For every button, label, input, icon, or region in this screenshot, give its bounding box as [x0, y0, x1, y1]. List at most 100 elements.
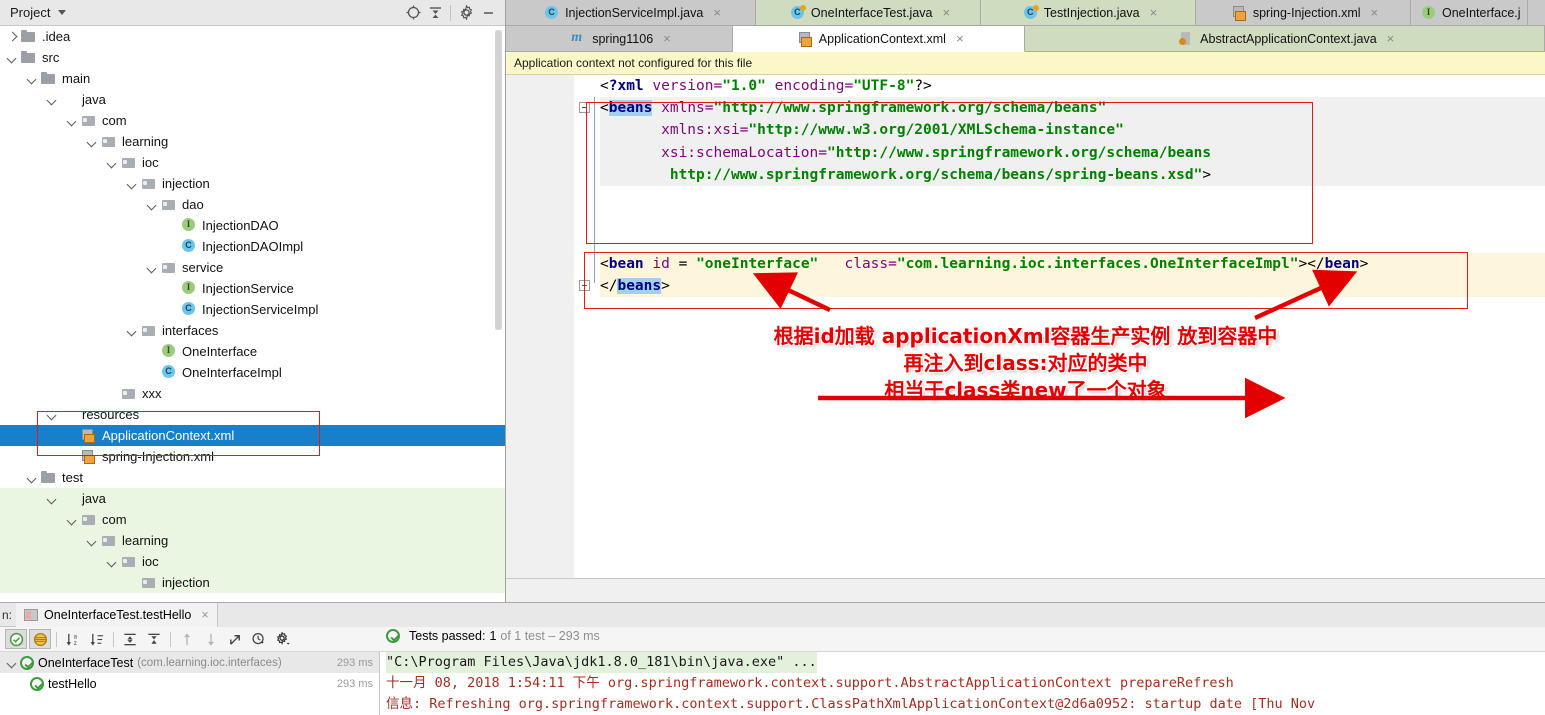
tree-item-java[interactable]: java [0, 89, 505, 110]
chevron-down-icon[interactable] [86, 534, 99, 547]
chevron-down-icon[interactable] [66, 513, 79, 526]
tree-item-interfaces[interactable]: interfaces [0, 320, 505, 341]
chevron-down-icon[interactable] [66, 114, 79, 127]
tree-item-service[interactable]: service [0, 257, 505, 278]
tree-item-injectionservice[interactable]: InjectionService [0, 278, 505, 299]
close-icon[interactable]: × [1387, 31, 1395, 46]
close-icon[interactable]: × [713, 5, 721, 20]
tree-item-injectionserviceimpl[interactable]: InjectionServiceImpl [0, 299, 505, 320]
tree-item-oneinterface[interactable]: OneInterface [0, 341, 505, 362]
chevron-down-icon[interactable] [26, 471, 39, 484]
code-line-2[interactable]: <beans xmlns="http://www.springframework… [600, 97, 1545, 120]
editor-tab-applicationcontext-xml[interactable]: ApplicationContext.xml × [732, 26, 1026, 52]
close-icon[interactable]: × [956, 31, 964, 46]
editor-tab-abstractapplicationcontext-java[interactable]: AbstractApplicationContext.java × [1025, 26, 1545, 52]
code-line-1[interactable]: <?xml version="1.0" encoding="UTF-8"?> [600, 75, 1545, 97]
code-line-4[interactable]: xsi:schemaLocation="http://www.springfra… [600, 141, 1545, 164]
minimize-icon[interactable] [477, 2, 499, 24]
tree-item-ioc[interactable]: ioc [0, 551, 505, 572]
tree-item-test[interactable]: test [0, 467, 505, 488]
tree-item-resources[interactable]: resources [0, 404, 505, 425]
fold-marker-beans-open[interactable] [579, 102, 590, 113]
tree-item-com[interactable]: com [0, 509, 505, 530]
run-configuration-tab[interactable]: OneInterfaceTest.testHello × [16, 602, 218, 627]
tree-item-spring-injection-xml[interactable]: spring-Injection.xml [0, 446, 505, 467]
editor-tab-row-2[interactable]: spring1106×ApplicationContext.xml×Abstra… [506, 26, 1545, 52]
console-output[interactable]: "C:\Program Files\Java\jdk1.8.0_181\bin\… [380, 652, 1545, 715]
show-passed-icon[interactable] [5, 629, 27, 649]
chevron-down-icon[interactable] [46, 492, 59, 505]
tree-item-injectiondaoimpl[interactable]: InjectionDAOImpl [0, 236, 505, 257]
show-ignored-icon[interactable] [29, 629, 51, 649]
tree-item-src[interactable]: src [0, 47, 505, 68]
close-icon[interactable]: × [943, 5, 951, 20]
chevron-down-icon[interactable] [58, 10, 67, 15]
chevron-down-icon[interactable] [46, 93, 59, 106]
tree-item-com[interactable]: com [0, 110, 505, 131]
tree-item-java[interactable]: java [0, 488, 505, 509]
tree-item--idea[interactable]: .idea [0, 26, 505, 47]
chevron-down-icon[interactable] [146, 261, 159, 274]
chevron-down-icon[interactable] [106, 555, 119, 568]
fold-marker-beans-close[interactable] [579, 280, 590, 291]
code-line-6[interactable] [600, 186, 1545, 208]
test-tree-row[interactable]: OneInterfaceTest (com.learning.ioc.interf… [0, 652, 379, 673]
test-runner-toolbar[interactable]: az [0, 627, 1545, 652]
editor-tab-testinjection-java[interactable]: TestInjection.java × [981, 0, 1196, 26]
chevron-down-icon[interactable] [106, 156, 119, 169]
tree-item-ioc[interactable]: ioc [0, 152, 505, 173]
code-line-3[interactable]: xmlns:xsi="http://www.w3.org/2001/XMLSch… [600, 119, 1545, 142]
chevron-down-icon[interactable] [46, 408, 59, 421]
code-line-7[interactable] [600, 208, 1545, 230]
code-line-5[interactable]: http://www.springframework.org/schema/be… [600, 163, 1545, 186]
test-tree-row[interactable]: testHello 293 ms [0, 673, 379, 694]
code-line-9[interactable]: <bean id = "oneInterface" class="com.lea… [600, 252, 1545, 275]
chevron-right-icon[interactable] [6, 30, 19, 43]
chevron-down-icon[interactable] [126, 324, 139, 337]
next-failed-test-icon[interactable] [200, 629, 222, 649]
tree-item-xxx[interactable]: xxx [0, 383, 505, 404]
editor-tab-spring1106[interactable]: spring1106 × [506, 26, 733, 52]
tree-item-learning[interactable]: learning [0, 131, 505, 152]
expand-all-icon[interactable] [119, 629, 141, 649]
test-results-tree[interactable]: OneInterfaceTest (com.learning.ioc.interf… [0, 652, 380, 715]
project-tree[interactable]: .idea src main java com learning ioc injection d… [0, 26, 505, 602]
inspection-banner[interactable]: Application context not configured for t… [506, 52, 1545, 75]
code-folding-gutter[interactable] [574, 75, 598, 628]
editor-tab-oneinterfacetest-java[interactable]: OneInterfaceTest.java × [756, 0, 981, 26]
tree-item-learning[interactable]: learning [0, 530, 505, 551]
close-icon[interactable]: × [1150, 5, 1158, 20]
chevron-down-icon[interactable] [6, 656, 19, 669]
tree-item-injection[interactable]: injection [0, 572, 505, 593]
collapse-all-icon-2[interactable] [143, 629, 165, 649]
project-scrollbar-thumb[interactable] [495, 30, 502, 330]
code-line-10[interactable]: </beans> [600, 274, 1545, 297]
test-settings-gear-icon[interactable] [272, 629, 294, 649]
sort-by-duration-icon[interactable] [86, 629, 108, 649]
code-line-8[interactable] [600, 230, 1545, 252]
tree-item-main[interactable]: main [0, 68, 505, 89]
chevron-down-icon[interactable] [86, 135, 99, 148]
tree-item-applicationcontext-xml[interactable]: ApplicationContext.xml [0, 425, 505, 446]
locate-icon[interactable] [402, 2, 424, 24]
chevron-down-icon[interactable] [6, 51, 19, 64]
tree-item-injection[interactable]: injection [0, 173, 505, 194]
tree-item-oneinterfaceimpl[interactable]: OneInterfaceImpl [0, 362, 505, 383]
chevron-down-icon[interactable] [126, 177, 139, 190]
editor-tab-injectionserviceimpl-java[interactable]: InjectionServiceImpl.java × [506, 0, 756, 26]
export-test-results-icon[interactable] [224, 629, 246, 649]
tree-item-injectiondao[interactable]: InjectionDAO [0, 215, 505, 236]
gear-icon[interactable] [455, 2, 477, 24]
test-history-icon[interactable] [248, 629, 270, 649]
project-scrollbar[interactable] [495, 30, 502, 330]
editor-tab-spring-injection-xml[interactable]: spring-Injection.xml × [1196, 0, 1411, 26]
chevron-down-icon[interactable] [26, 72, 39, 85]
code-editor[interactable]: 12345678910 <?xml version="1.0" encoding… [506, 75, 1545, 628]
tree-item-dao[interactable]: dao [0, 194, 505, 215]
code-text[interactable]: <?xml version="1.0" encoding="UTF-8"?> <b… [598, 75, 1545, 628]
collapse-all-icon[interactable] [424, 2, 446, 24]
editor-tab-row-1[interactable]: InjectionServiceImpl.java×OneInterfaceTe… [506, 0, 1545, 26]
prev-failed-test-icon[interactable] [176, 629, 198, 649]
close-icon[interactable]: × [1371, 5, 1379, 20]
close-icon[interactable]: × [663, 31, 671, 46]
